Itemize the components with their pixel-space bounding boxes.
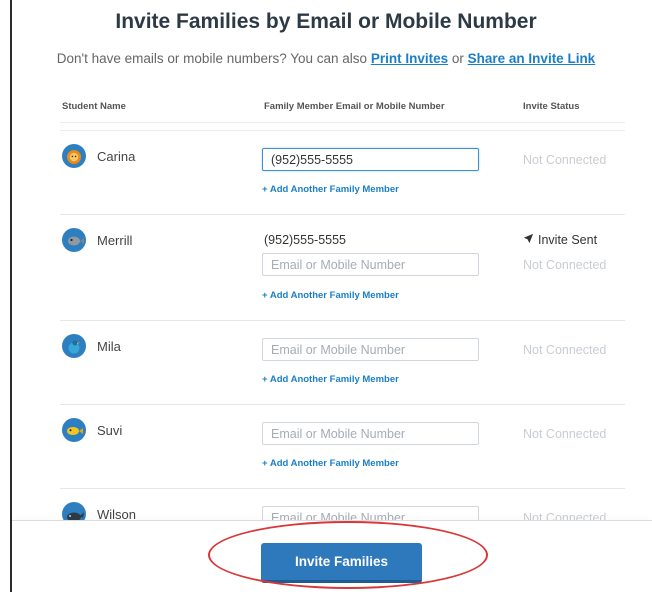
bird-avatar-icon	[62, 334, 86, 358]
add-family-member-link-merrill[interactable]: + Add Another Family Member	[262, 290, 399, 301]
family-contact-input-suvi[interactable]	[262, 422, 479, 445]
header-divider	[60, 122, 625, 123]
row-divider	[60, 214, 625, 215]
student-mila: Mila	[62, 334, 121, 358]
invite-status-suvi: Not Connected	[523, 427, 607, 441]
student-name: Mila	[97, 338, 121, 354]
student-merrill: Merrill	[62, 228, 132, 252]
share-invite-link[interactable]: Share an Invite Link	[468, 51, 596, 66]
print-invites-link[interactable]: Print Invites	[371, 51, 448, 66]
student-carina: Carina	[62, 144, 135, 168]
column-header-family: Family Member Email or Mobile Number	[264, 101, 445, 112]
lion-avatar-icon	[62, 144, 86, 168]
subtitle-or: or	[451, 51, 464, 66]
student-name: Carina	[97, 148, 136, 164]
send-arrow-icon	[523, 233, 534, 247]
row-divider	[60, 320, 625, 321]
subtitle-text: Don't have emails or mobile numbers? You…	[56, 51, 368, 66]
add-family-member-link-mila[interactable]: + Add Another Family Member	[262, 374, 399, 385]
add-family-member-link-carina[interactable]: + Add Another Family Member	[262, 184, 399, 195]
invite-status-merrill: Invite Sent	[523, 233, 597, 247]
header-divider-secondary	[60, 130, 625, 131]
student-name: Suvi	[97, 422, 123, 438]
family-contact-input-carina[interactable]	[262, 148, 479, 171]
invite-status-merrill-2: Not Connected	[523, 258, 607, 272]
invite-status-mila: Not Connected	[523, 343, 607, 357]
family-contact-input-merrill[interactable]	[262, 253, 479, 276]
student-name: Merrill	[97, 232, 133, 248]
invite-status-carina: Not Connected	[523, 153, 607, 167]
fish-avatar-icon	[62, 228, 86, 252]
family-contact-input-mila[interactable]	[262, 338, 479, 361]
fish-avatar-icon	[62, 418, 86, 442]
invite-families-button[interactable]: Invite Families	[261, 543, 422, 583]
page-title: Invite Families by Email or Mobile Numbe…	[115, 10, 537, 33]
invite-sent-label: Invite Sent	[538, 233, 598, 247]
left-edge-rule	[10, 0, 12, 592]
add-family-member-link-suvi[interactable]: + Add Another Family Member	[262, 458, 399, 469]
student-suvi: Suvi	[62, 418, 122, 442]
column-header-student: Student Name	[62, 101, 126, 112]
sent-contact-merrill: (952)555-5555	[264, 233, 347, 247]
page-subtitle: Don't have emails or mobile numbers? You…	[0, 51, 652, 66]
row-divider	[60, 488, 625, 489]
column-header-status: Invite Status	[523, 101, 580, 112]
row-divider	[60, 404, 625, 405]
